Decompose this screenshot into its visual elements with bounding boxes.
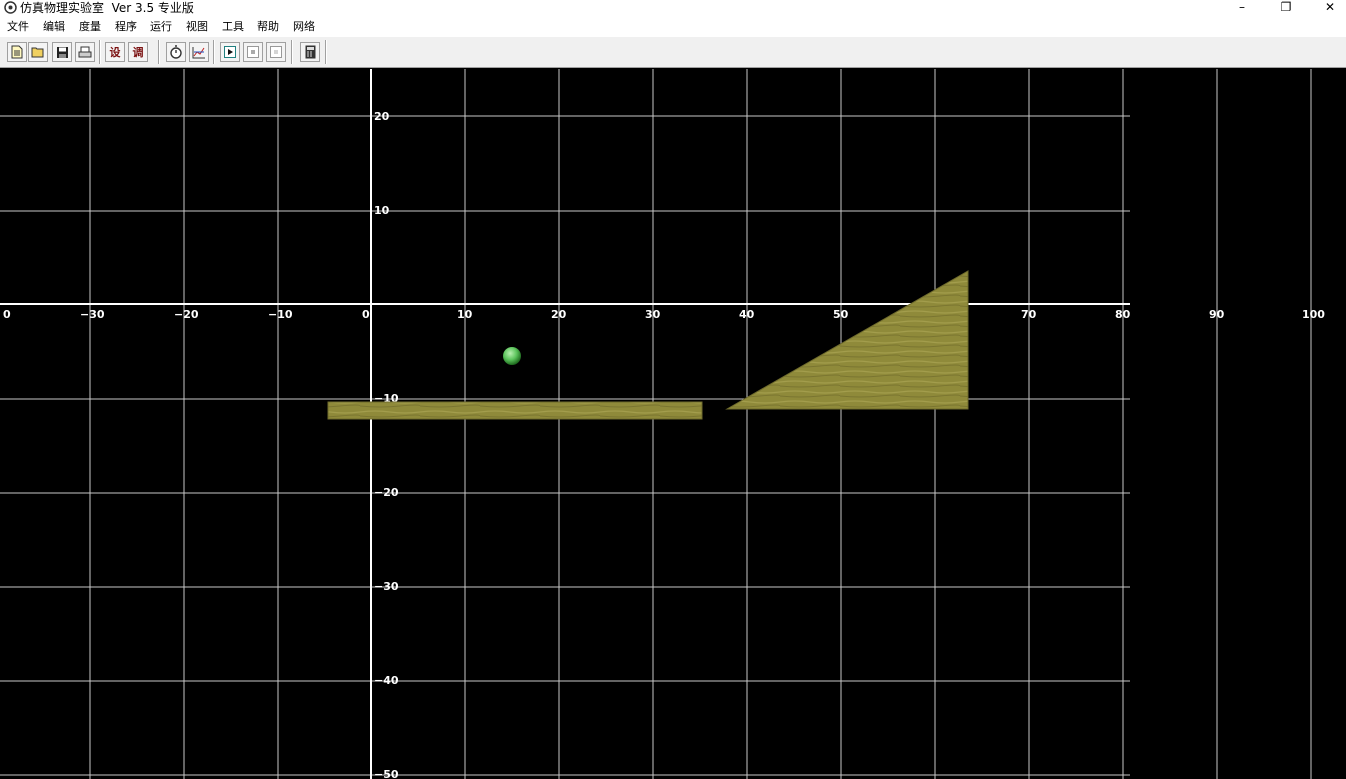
toolbar: 设 调: [0, 37, 1346, 68]
y-tick-label: −30: [374, 580, 399, 593]
wooden-wedge[interactable]: [725, 270, 969, 410]
print-button[interactable]: [75, 42, 95, 62]
minimize-button[interactable]: –: [1220, 0, 1264, 17]
play-button[interactable]: [220, 42, 240, 62]
stop-button[interactable]: [243, 42, 263, 62]
save-button[interactable]: [52, 42, 72, 62]
calculator-icon: [305, 45, 315, 59]
open-folder-icon: [31, 47, 44, 58]
menu-bar: 文件 编辑 度量 程序 运行 视图 工具 帮助 网络: [0, 17, 1346, 37]
pause-icon: [270, 46, 282, 58]
menu-program[interactable]: 程序: [115, 17, 137, 37]
x-tick-label: 0: [3, 308, 11, 321]
print-icon: [78, 46, 92, 57]
x-tick-label: 90: [1209, 308, 1225, 321]
pause-button[interactable]: [266, 42, 286, 62]
x-tick-label: 30: [645, 308, 661, 321]
y-tick-label: −20: [374, 486, 399, 499]
adjust-button[interactable]: 调: [128, 42, 148, 62]
graph-icon: [192, 46, 205, 58]
restore-button[interactable]: ❐: [1264, 0, 1308, 17]
settings-button[interactable]: 设: [105, 42, 125, 62]
x-tick-label: 10: [457, 308, 473, 321]
menu-help[interactable]: 帮助: [257, 17, 279, 37]
x-tick-label: −30: [80, 308, 105, 321]
open-file-button[interactable]: [28, 42, 48, 62]
y-tick-label: 10: [374, 204, 390, 217]
toolbar-separator: [291, 40, 293, 64]
x-tick-label: 20: [551, 308, 567, 321]
x-tick-label: 100: [1302, 308, 1325, 321]
toolbar-separator: [213, 40, 215, 64]
x-tick-label: 70: [1021, 308, 1037, 321]
menu-network[interactable]: 网络: [293, 17, 315, 37]
axes: [0, 69, 1130, 779]
simulation-canvas[interactable]: 0 −30 −20 −10 0 10 20 30 40 50 70 80 90 …: [0, 69, 1346, 779]
y-tick-label: −40: [374, 674, 399, 687]
menu-edit[interactable]: 编辑: [43, 17, 65, 37]
menu-measure[interactable]: 度量: [79, 17, 101, 37]
menu-run[interactable]: 运行: [150, 17, 172, 37]
green-ball[interactable]: [503, 347, 521, 365]
x-tick-label: 80: [1115, 308, 1131, 321]
grid: [0, 69, 1312, 779]
close-button[interactable]: ✕: [1308, 0, 1346, 17]
menu-tools[interactable]: 工具: [222, 17, 244, 37]
menu-file[interactable]: 文件: [7, 17, 29, 37]
menu-view[interactable]: 视图: [186, 17, 208, 37]
graph-button[interactable]: [189, 42, 209, 62]
x-tick-label: 40: [739, 308, 755, 321]
window-title: 仿真物理实验室 Ver 3.5 专业版: [20, 1, 194, 15]
toolbar-separator: [99, 40, 101, 64]
stopwatch-button[interactable]: [166, 42, 186, 62]
x-tick-labels: 0 −30 −20 −10 0 10 20 30 40 50 70 80 90 …: [3, 308, 1325, 321]
toolbar-separator: [325, 40, 327, 64]
x-tick-label: 50: [833, 308, 849, 321]
stop-icon: [247, 46, 259, 58]
y-tick-label: 20: [374, 110, 390, 123]
toolbar-separator: [158, 40, 160, 64]
save-icon: [56, 46, 68, 58]
x-tick-label: −10: [268, 308, 293, 321]
calculator-button[interactable]: [300, 42, 320, 62]
wooden-plank[interactable]: [327, 401, 703, 420]
title-bar: 仿真物理实验室 Ver 3.5 专业版 – ❐ ✕: [0, 0, 1346, 17]
y-tick-label: −50: [374, 768, 399, 779]
new-file-icon: [11, 45, 23, 59]
scene-objects: [327, 270, 969, 420]
app-logo-icon: [4, 1, 17, 14]
x-tick-label: 0: [362, 308, 370, 321]
new-file-button[interactable]: [7, 42, 27, 62]
y-tick-labels: 20 10 −10 −20 −30 −40 −50: [374, 110, 399, 779]
stopwatch-icon: [170, 45, 182, 59]
x-tick-label: −20: [174, 308, 199, 321]
play-icon: [224, 46, 236, 58]
